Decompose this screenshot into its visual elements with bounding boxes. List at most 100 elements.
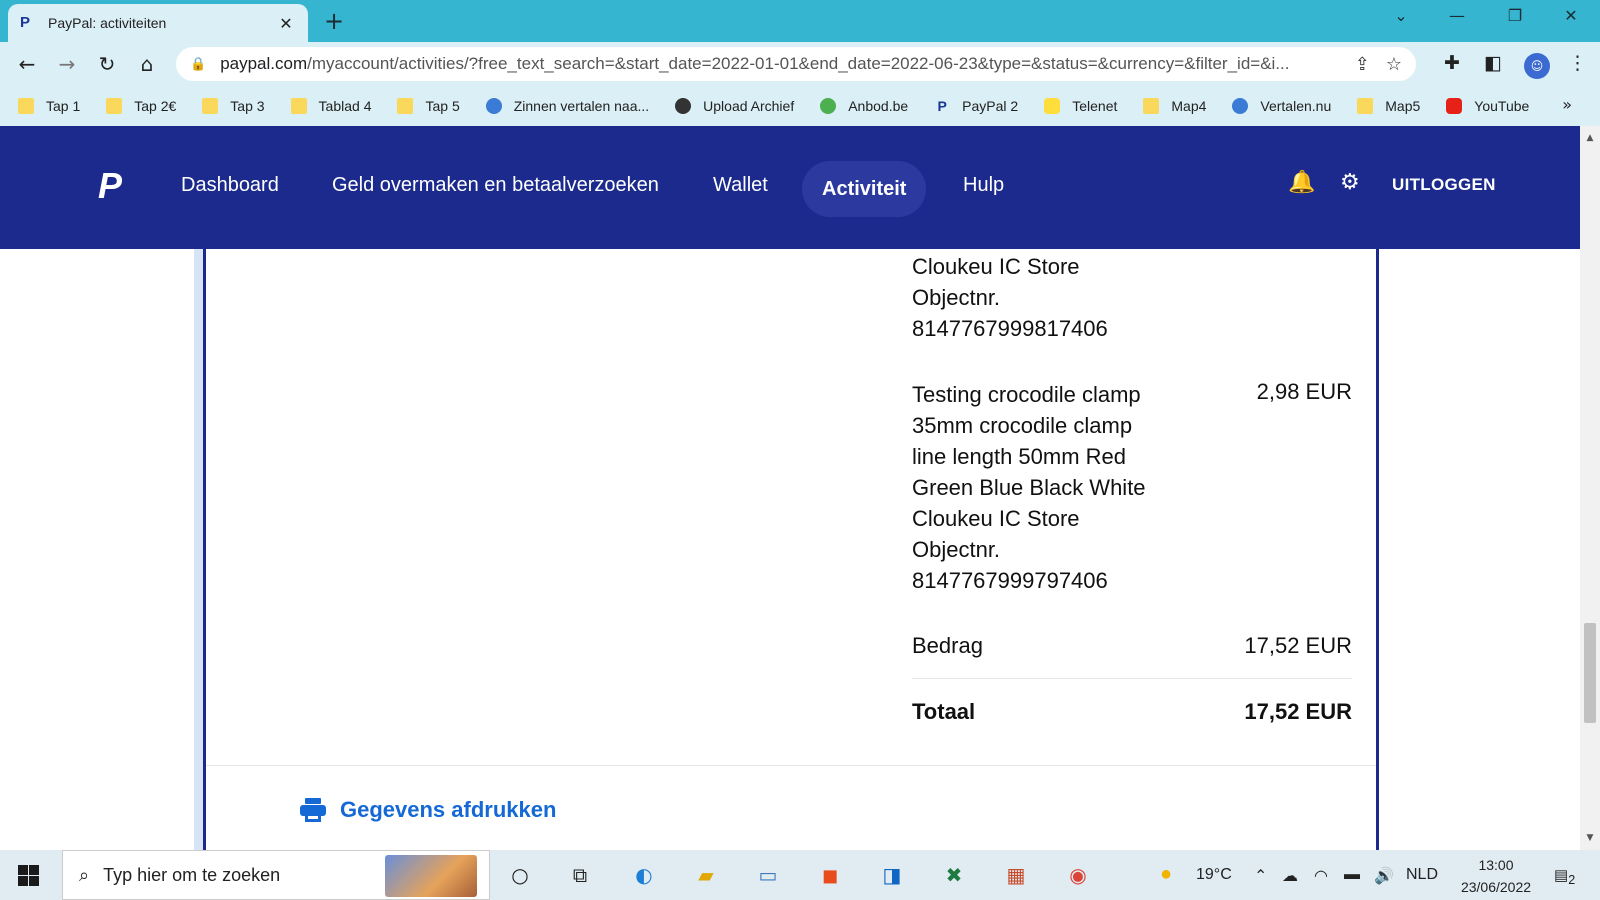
- bookmark-label: Tap 2€: [134, 98, 177, 114]
- office-icon[interactable]: ◼: [814, 859, 846, 891]
- bookmark-item[interactable]: P PayPal 2: [934, 98, 1019, 114]
- cortana-icon[interactable]: ○: [504, 859, 536, 891]
- onedrive-cloud-icon[interactable]: ☁: [1282, 866, 1298, 886]
- page-scrollbar[interactable]: ▲ ▼: [1580, 126, 1600, 850]
- new-tab-button[interactable]: +: [324, 8, 344, 34]
- windows-start-icon[interactable]: [18, 865, 39, 886]
- amount-label: Bedrag: [912, 633, 983, 658]
- taskbar-clock[interactable]: 13:00 23/06/2022: [1452, 854, 1540, 898]
- nav-help[interactable]: Hulp: [963, 174, 1004, 197]
- folder-icon: [290, 98, 307, 114]
- windows-taskbar: ⌕ Typ hier om te zoeken ○ ⧉ ◐ ▰ ▭ ◼ ◨ ✖ …: [0, 850, 1600, 900]
- tray-chevron-up-icon[interactable]: ⌃: [1254, 866, 1267, 886]
- tab-search-chevron-icon[interactable]: ⌄: [1386, 6, 1416, 25]
- bookmark-label: Tap 1: [46, 98, 81, 114]
- bookmark-label: Vertalen.nu: [1260, 98, 1332, 114]
- weather-temperature[interactable]: 19°C: [1196, 866, 1232, 884]
- logout-link[interactable]: UITLOGGEN: [1392, 175, 1496, 195]
- minimize-window-icon[interactable]: —: [1442, 6, 1472, 25]
- task-view-icon[interactable]: ⧉: [564, 859, 596, 891]
- bookmark-item[interactable]: Tap 5: [397, 98, 460, 114]
- restore-window-icon[interactable]: ❐: [1500, 6, 1530, 25]
- side-panel-icon[interactable]: ◧: [1484, 52, 1502, 74]
- outlook-icon[interactable]: ◨: [876, 859, 908, 891]
- settings-gear-icon[interactable]: ⚙: [1340, 170, 1360, 195]
- url-text[interactable]: paypal.com/myaccount/activities/?free_te…: [220, 54, 1339, 74]
- bookmark-item[interactable]: Tablad 4: [290, 98, 371, 114]
- home-icon[interactable]: ⌂: [134, 51, 160, 77]
- amount-divider: [912, 678, 1352, 679]
- total-value: 17,52 EUR: [1244, 699, 1352, 724]
- circle-icon: [485, 98, 502, 114]
- weather-sun-icon[interactable]: ●: [1160, 863, 1172, 886]
- scroll-thumb[interactable]: [1584, 623, 1596, 723]
- bookmark-item[interactable]: YouTube: [1446, 98, 1529, 114]
- bookmark-label: Telenet: [1072, 98, 1118, 114]
- nav-activity[interactable]: Activiteit: [802, 161, 927, 217]
- taskbar-search-box[interactable]: ⌕ Typ hier om te zoeken: [62, 850, 490, 900]
- excel-icon[interactable]: ✖: [938, 859, 970, 891]
- scroll-down-arrow-icon[interactable]: ▼: [1580, 830, 1600, 846]
- laptop-app-icon[interactable]: ▭: [752, 859, 784, 891]
- bookmark-label: Zinnen vertalen naa...: [513, 98, 650, 114]
- browser-tab-paypal[interactable]: P PayPal: activiteiten ✕: [8, 4, 308, 42]
- lock-icon[interactable]: 🔒: [190, 57, 206, 72]
- forward-arrow-icon[interactable]: →: [54, 51, 80, 77]
- scroll-up-arrow-icon[interactable]: ▲: [1580, 130, 1600, 146]
- notifications-bell-icon[interactable]: 🔔: [1288, 170, 1315, 195]
- bookmark-item[interactable]: Anbod.be: [820, 98, 908, 114]
- print-details-label: Gegevens afdrukken: [340, 797, 557, 822]
- browser-menu-icon[interactable]: ⋮: [1568, 52, 1587, 74]
- reload-icon[interactable]: ↻: [94, 51, 120, 77]
- bookmark-item[interactable]: Tap 2€: [106, 98, 176, 114]
- extensions-puzzle-icon[interactable]: ✚: [1444, 52, 1460, 74]
- bookmark-label: Tap 3: [230, 98, 265, 114]
- folder-icon: [18, 98, 34, 114]
- bookmark-item[interactable]: Tap 3: [202, 98, 265, 114]
- bookmark-item[interactable]: Map5: [1357, 98, 1420, 114]
- share-icon[interactable]: ⇪: [1355, 54, 1370, 75]
- nav-wallet[interactable]: Wallet: [713, 174, 768, 197]
- tab-strip: P PayPal: activiteiten ✕ + ⌄ — ❐ ✕: [0, 0, 1600, 42]
- section-divider: [206, 765, 1376, 766]
- transaction-card: [203, 249, 1379, 850]
- close-tab-icon[interactable]: ✕: [276, 14, 296, 33]
- folder-icon: [202, 98, 219, 114]
- notification-count: 2: [1568, 873, 1576, 887]
- more-bookmarks-icon[interactable]: »: [1562, 95, 1572, 114]
- file-explorer-icon[interactable]: ▰: [690, 859, 722, 891]
- color-app-icon[interactable]: ▦: [1000, 859, 1032, 891]
- bookmark-item[interactable]: Upload Archief: [675, 98, 794, 114]
- close-window-icon[interactable]: ✕: [1556, 6, 1586, 25]
- print-details-link[interactable]: Gegevens afdrukken: [300, 797, 556, 823]
- paypal-logo[interactable]: P: [98, 166, 132, 206]
- notification-center-icon[interactable]: ▤2: [1554, 866, 1575, 887]
- wifi-icon[interactable]: ◠: [1314, 866, 1328, 886]
- bookmark-item[interactable]: Tap 1: [18, 98, 80, 114]
- language-indicator[interactable]: NLD: [1406, 866, 1438, 884]
- bookmark-label: Tap 5: [425, 98, 460, 114]
- battery-icon[interactable]: ▬: [1344, 866, 1360, 884]
- bookmark-label: Upload Archief: [703, 98, 795, 114]
- bookmark-item[interactable]: Map4: [1143, 98, 1206, 114]
- dark-icon: [675, 98, 692, 114]
- bookmark-star-icon[interactable]: ☆: [1386, 54, 1402, 75]
- volume-icon[interactable]: 🔊: [1374, 866, 1394, 886]
- nav-transfer[interactable]: Geld overmaken en betaalverzoeken: [332, 174, 659, 197]
- bookmark-item[interactable]: Vertalen.nu: [1232, 98, 1331, 114]
- activity-details-panel: Cloukeu IC Store Objectnr. 8147767999817…: [0, 249, 1580, 850]
- clock-time: 13:00: [1478, 857, 1514, 873]
- address-bar[interactable]: 🔒 paypal.com/myaccount/activities/?free_…: [176, 47, 1416, 81]
- green-icon: [820, 98, 837, 114]
- edge-browser-icon[interactable]: ◐: [628, 859, 660, 891]
- bookmark-label: Map5: [1385, 98, 1421, 114]
- back-arrow-icon[interactable]: ←: [14, 51, 40, 77]
- bookmark-item[interactable]: Telenet: [1044, 98, 1117, 114]
- chrome-icon[interactable]: ◉: [1062, 859, 1094, 891]
- bookmark-item[interactable]: Zinnen vertalen naa...: [485, 98, 650, 114]
- item-2-description: Testing crocodile clamp 35mm crocodile c…: [912, 382, 1146, 593]
- profile-avatar[interactable]: ☺: [1524, 53, 1550, 79]
- nav-dashboard[interactable]: Dashboard: [181, 174, 279, 197]
- bookmark-label: YouTube: [1474, 98, 1530, 114]
- yt-icon: [1446, 98, 1463, 114]
